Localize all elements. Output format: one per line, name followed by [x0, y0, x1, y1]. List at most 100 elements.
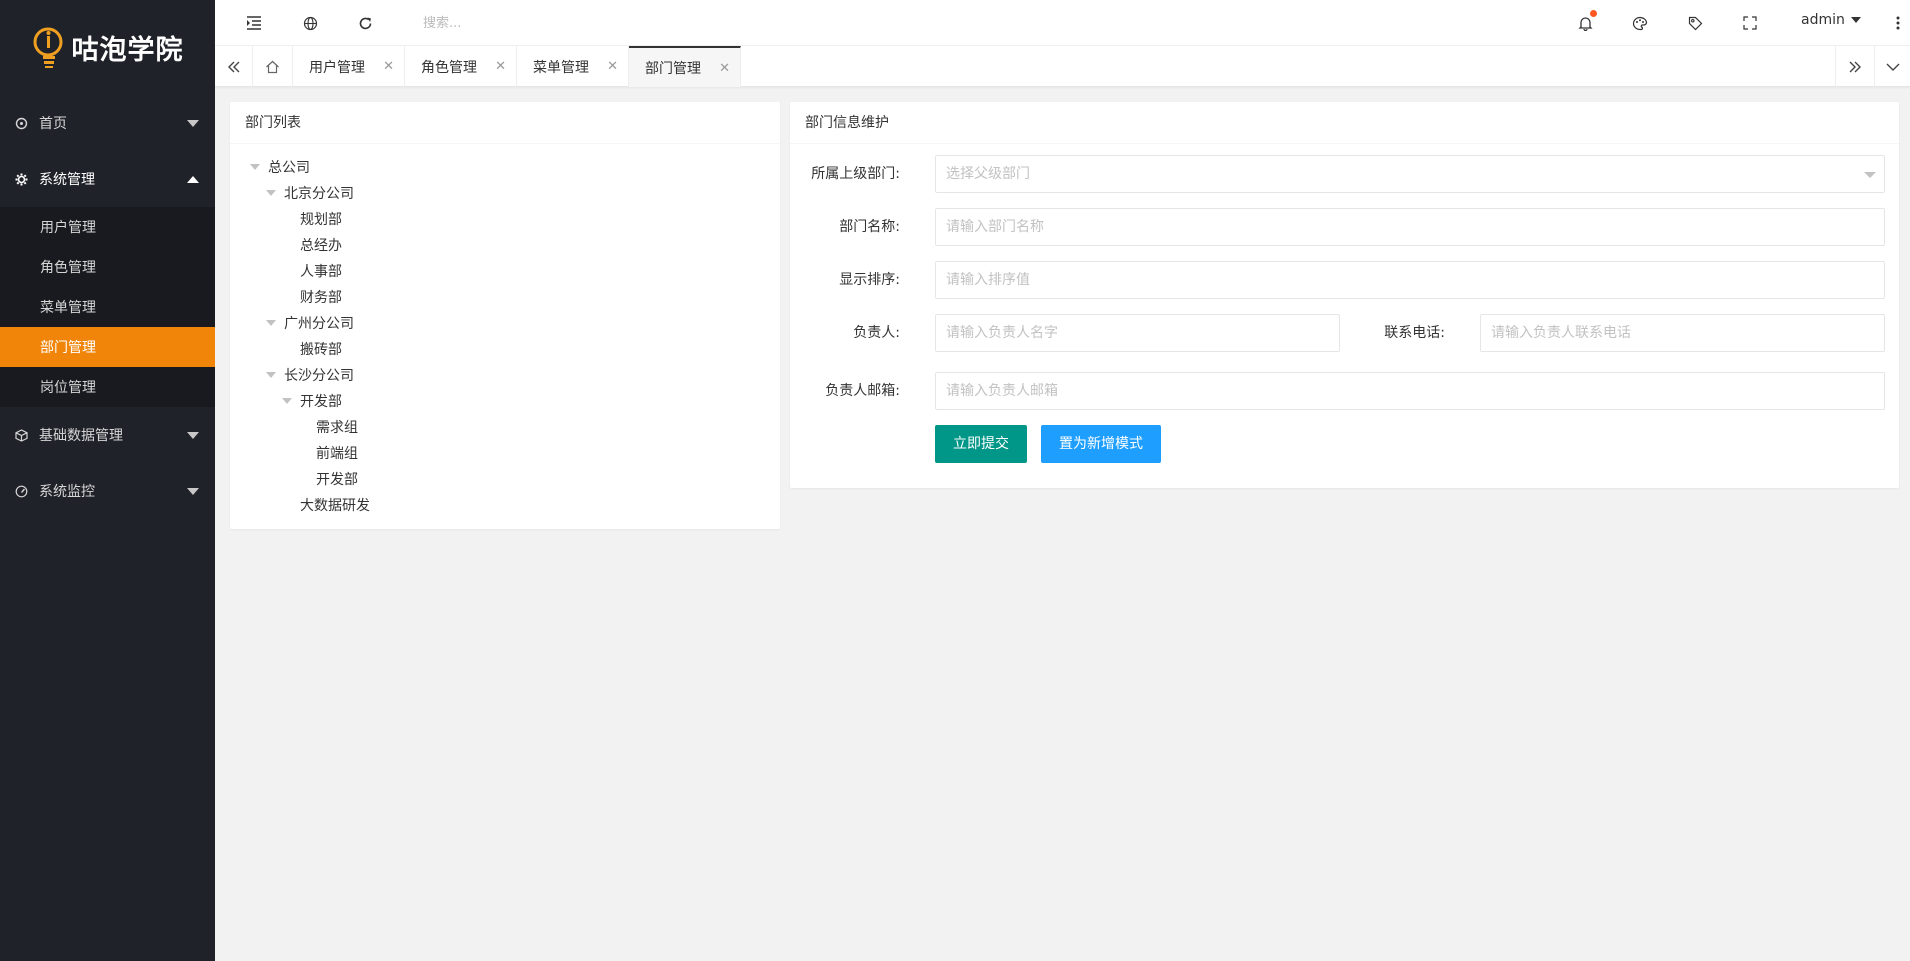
chevron-down-icon — [187, 432, 199, 439]
chevron-down-icon — [1850, 17, 1861, 23]
tree-node-label: 需求组 — [316, 420, 358, 436]
gear-icon — [14, 172, 28, 186]
sidebar-item-positions[interactable]: 岗位管理 — [0, 367, 215, 407]
sidebar-item-roles[interactable]: 角色管理 — [0, 247, 215, 287]
order-input[interactable] — [935, 261, 1885, 299]
tree-node-label: 搬砖部 — [300, 342, 342, 358]
tree-node[interactable]: 搬砖部 — [300, 339, 342, 359]
globe-icon[interactable] — [299, 12, 321, 34]
order-label: 显示排序: — [839, 272, 900, 288]
tree-node-label: 大数据研发 — [300, 498, 370, 514]
new-mode-button[interactable]: 置为新增模式 — [1041, 425, 1161, 463]
theme-palette-icon[interactable] — [1629, 12, 1651, 34]
tree-node[interactable]: 前端组 — [316, 443, 358, 463]
tree-node[interactable]: 大数据研发 — [300, 495, 370, 515]
top-header: admin — [215, 0, 1910, 46]
logo[interactable]: 咕泡学院 — [0, 0, 215, 95]
tab-roles[interactable]: 角色管理 ✕ — [405, 46, 517, 87]
tabs-dropdown-icon[interactable] — [1875, 46, 1910, 87]
sidebar-item-label: 首页 — [39, 116, 67, 132]
close-icon[interactable]: ✕ — [719, 61, 730, 76]
close-icon[interactable]: ✕ — [607, 59, 618, 74]
phone-input[interactable] — [1480, 314, 1885, 352]
tab-departments[interactable]: 部门管理 ✕ — [629, 46, 741, 87]
tabs-scroll-left-icon[interactable] — [215, 46, 253, 87]
chevron-down-icon — [187, 120, 199, 127]
tree-node[interactable]: 规划部 — [300, 209, 342, 229]
dept-name-input[interactable] — [935, 208, 1885, 246]
tree-node[interactable]: 长沙分公司 — [266, 365, 354, 385]
sidebar-item-monitor[interactable]: 系统监控 — [0, 463, 215, 519]
tree-node[interactable]: 总公司 — [250, 157, 310, 177]
email-label: 负责人邮箱: — [825, 383, 900, 399]
more-vertical-icon[interactable] — [1887, 12, 1909, 34]
sidebar-item-users[interactable]: 用户管理 — [0, 207, 215, 247]
tag-icon[interactable] — [1684, 12, 1706, 34]
tree-node-label: 广州分公司 — [284, 316, 354, 332]
expand-caret-icon — [250, 164, 260, 170]
tree-node-label: 人事部 — [300, 264, 342, 280]
email-input[interactable] — [935, 372, 1885, 410]
logo-text: 咕泡学院 — [71, 35, 184, 66]
menu-toggle-icon[interactable] — [243, 12, 265, 34]
tree-node[interactable]: 开发部 — [316, 469, 358, 489]
tab-menus[interactable]: 菜单管理 ✕ — [517, 46, 629, 87]
tree-node[interactable]: 北京分公司 — [266, 183, 354, 203]
chevron-up-icon — [187, 176, 199, 183]
expand-caret-icon — [266, 190, 276, 196]
leader-label: 负责人: — [853, 325, 900, 341]
tree-node[interactable]: 广州分公司 — [266, 313, 354, 333]
sidebar-item-system[interactable]: 系统管理 — [0, 151, 215, 207]
tree-node[interactable]: 人事部 — [300, 261, 342, 281]
sidebar-item-basedata[interactable]: 基础数据管理 — [0, 407, 215, 463]
tree-node-label: 开发部 — [316, 472, 358, 488]
tree-node-label: 财务部 — [300, 290, 342, 306]
user-name: admin — [1801, 12, 1845, 28]
system-submenu: 用户管理 角色管理 菜单管理 部门管理 岗位管理 — [0, 207, 215, 407]
tree-node[interactable]: 财务部 — [300, 287, 342, 307]
home-icon — [14, 116, 28, 130]
chevron-down-icon — [1864, 172, 1876, 178]
gauge-icon — [14, 484, 28, 498]
tree-node-label: 北京分公司 — [284, 186, 354, 202]
user-menu[interactable]: admin — [1801, 12, 1861, 28]
lightbulb-logo-icon — [33, 27, 62, 68]
submit-button[interactable]: 立即提交 — [935, 425, 1027, 463]
dept-form-title: 部门信息维护 — [790, 102, 1899, 144]
parent-dept-select[interactable] — [935, 155, 1885, 193]
dept-name-label: 部门名称: — [839, 219, 900, 235]
expand-caret-icon — [282, 398, 292, 404]
search-input[interactable] — [423, 12, 643, 34]
tab-label: 部门管理 — [645, 60, 701, 77]
dept-list-title: 部门列表 — [230, 102, 780, 144]
dept-list-panel: 部门列表 总公司 北京分公司 规划部 总经办 人事部 财务部 广州分公司 搬砖部… — [230, 102, 780, 529]
tab-users[interactable]: 用户管理 ✕ — [293, 46, 405, 87]
leader-input[interactable] — [935, 314, 1340, 352]
tab-label: 角色管理 — [421, 59, 477, 76]
tab-home-icon[interactable] — [253, 46, 293, 87]
tree-node[interactable]: 总经办 — [300, 235, 342, 255]
refresh-icon[interactable] — [354, 12, 376, 34]
sidebar-item-departments[interactable]: 部门管理 — [0, 327, 215, 367]
cube-icon — [14, 428, 28, 442]
sidebar-item-label: 系统管理 — [39, 172, 95, 188]
tab-label: 用户管理 — [309, 59, 365, 76]
sidebar-item-menus[interactable]: 菜单管理 — [0, 287, 215, 327]
fullscreen-icon[interactable] — [1739, 12, 1761, 34]
close-icon[interactable]: ✕ — [383, 59, 394, 74]
bell-icon[interactable] — [1574, 10, 1597, 34]
phone-label: 联系电话: — [1384, 325, 1445, 341]
close-icon[interactable]: ✕ — [495, 59, 506, 74]
notification-dot — [1590, 10, 1597, 17]
tree-node[interactable]: 开发部 — [282, 391, 342, 411]
tree-node[interactable]: 需求组 — [316, 417, 358, 437]
expand-caret-icon — [266, 320, 276, 326]
parent-dept-label: 所属上级部门: — [811, 166, 900, 182]
dept-form-panel: 部门信息维护 所属上级部门: 部门名称: 显示排序: 负责人: 联系电话: 负责… — [790, 102, 1899, 488]
sidebar-item-label: 基础数据管理 — [39, 428, 123, 444]
sidebar-item-home[interactable]: 首页 — [0, 95, 215, 151]
tree-node-label: 开发部 — [300, 394, 342, 410]
tree-node-label: 总经办 — [300, 238, 342, 254]
tree-node-label: 前端组 — [316, 446, 358, 462]
tabs-scroll-right-icon[interactable] — [1835, 46, 1875, 87]
